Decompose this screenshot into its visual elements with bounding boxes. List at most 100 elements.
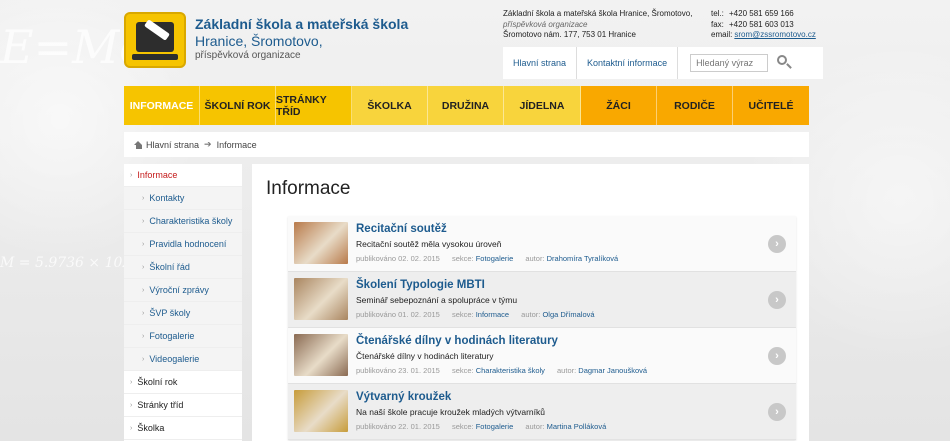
breadcrumb-arrow-icon: ➔ xyxy=(204,139,212,149)
article-section-link[interactable]: Charakteristika školy xyxy=(476,366,545,375)
article-item[interactable]: Školení Typologie MBTI Seminář sebepozná… xyxy=(288,272,796,328)
article-item[interactable]: Recitační soutěž Recitační soutěž měla v… xyxy=(288,216,796,272)
article-thumbnail[interactable] xyxy=(294,278,348,320)
search-input[interactable] xyxy=(690,54,769,72)
caret-icon: › xyxy=(142,309,145,317)
article-thumbnail[interactable] xyxy=(294,222,348,264)
article-title[interactable]: Školení Typologie MBTI xyxy=(356,279,485,291)
article-title[interactable]: Čtenářské dílny v hodinách literatury xyxy=(356,335,558,347)
article-date: 23. 01. 2015 xyxy=(398,366,440,375)
sidebar-item-pravidla[interactable]: › Pravidla hodnocení xyxy=(124,233,242,256)
school-logo[interactable] xyxy=(124,12,186,68)
caret-icon: › xyxy=(130,424,133,432)
breadcrumb-current: Informace xyxy=(216,139,257,150)
arrow-right-icon[interactable]: › xyxy=(768,235,786,253)
background-decoration: M = 5.9736 × 1024 xyxy=(0,255,141,271)
sidebar: › Informace › Kontakty › Charakteristika šk… xyxy=(124,164,242,441)
page-title: Informace xyxy=(266,178,351,199)
article-perex: Recitační soutěž měla vysokou úroveň xyxy=(356,239,502,249)
article-author-link[interactable]: Dagmar Janoušková xyxy=(578,366,647,375)
menu-item-rodice[interactable]: Rodiče xyxy=(657,86,733,125)
tel-label: tel.: xyxy=(711,9,724,18)
address-line3: Šromotovo nám. 177, 753 01 Hranice xyxy=(503,30,636,39)
school-title[interactable]: Základní škola a mateřská škola Hranice,… xyxy=(195,16,408,62)
article-meta: publikováno 23. 01. 2015 sekce: Charakte… xyxy=(356,366,648,375)
main-menu: Informace Školní rok Stránky tříd Školka… xyxy=(124,86,809,125)
menu-item-zaci[interactable]: Žáci xyxy=(581,86,657,125)
article-item[interactable]: Výtvarný kroužek Na naší škole pracuje k… xyxy=(288,384,796,440)
address-line2: příspěvková organizace xyxy=(503,19,588,29)
arrow-right-icon[interactable]: › xyxy=(768,291,786,309)
article-list: Recitační soutěž Recitační soutěž měla v… xyxy=(288,216,796,440)
article-perex: Seminář sebepoznání a spolupráce v týmu xyxy=(356,295,518,305)
article-title[interactable]: Výtvarný kroužek xyxy=(356,391,451,403)
article-meta: publikováno 22. 01. 2015 sekce: Fotogale… xyxy=(356,422,607,431)
fax-value: +420 581 603 013 xyxy=(729,19,794,29)
article-author-link[interactable]: Drahomíra Tyralíková xyxy=(547,254,619,263)
sidebar-item-skolka[interactable]: › Školka xyxy=(124,417,242,440)
sidebar-item-stranky-trid[interactable]: › Stránky tříd xyxy=(124,394,242,417)
sidebar-item-charakteristika[interactable]: › Charakteristika školy xyxy=(124,210,242,233)
email-link[interactable]: srom@zssromotovo.cz xyxy=(734,30,815,41)
home-icon xyxy=(134,140,143,149)
main-content: Informace Recitační soutěž Recitační sou… xyxy=(252,164,809,441)
top-navigation: Hlavní strana Kontaktní informace xyxy=(503,47,823,79)
article-date: 02. 02. 2015 xyxy=(398,254,440,263)
topnav-contact-link[interactable]: Kontaktní informace xyxy=(577,47,679,79)
caret-icon: › xyxy=(142,332,145,340)
sidebar-item-kontakty[interactable]: › Kontakty xyxy=(124,187,242,210)
sidebar-item-skolni-rad[interactable]: › Školní řád xyxy=(124,256,242,279)
sidebar-item-informace[interactable]: › Informace xyxy=(124,164,242,187)
article-date: 01. 02. 2015 xyxy=(398,310,440,319)
arrow-right-icon[interactable]: › xyxy=(768,403,786,421)
address-block: Základní škola a mateřská škola Hranice,… xyxy=(503,9,692,41)
sidebar-item-fotogalerie[interactable]: › Fotogalerie xyxy=(124,325,242,348)
caret-icon: › xyxy=(130,378,133,386)
school-name-line3: příspěvková organizace xyxy=(195,50,301,61)
menu-item-ucitele[interactable]: Učitelé xyxy=(733,86,809,125)
caret-icon: › xyxy=(142,194,145,202)
sidebar-item-vyrocni-zpravy[interactable]: › Výroční zprávy xyxy=(124,279,242,302)
article-section-link[interactable]: Fotogalerie xyxy=(476,254,514,263)
sidebar-item-videogalerie[interactable]: › Videogalerie xyxy=(124,348,242,371)
sidebar-item-svp[interactable]: › ŠVP školy xyxy=(124,302,242,325)
phone-block: tel.: +420 581 659 166 fax: +420 581 603 0… xyxy=(711,9,816,41)
caret-icon: › xyxy=(142,217,145,225)
article-thumbnail[interactable] xyxy=(294,334,348,376)
article-meta: publikováno 02. 02. 2015 sekce: Fotogale… xyxy=(356,254,619,263)
article-author-link[interactable]: Martina Polláková xyxy=(547,422,607,431)
breadcrumb-home[interactable]: Hlavní strana xyxy=(146,140,199,150)
menu-item-skolni-rok[interactable]: Školní rok xyxy=(200,86,276,125)
school-name-line2: Hranice, Šromotovo, xyxy=(195,33,323,49)
address-line1: Základní škola a mateřská škola Hranice,… xyxy=(503,9,693,18)
fax-label: fax: xyxy=(711,19,724,29)
caret-icon: › xyxy=(130,401,133,409)
topnav-home-link[interactable]: Hlavní strana xyxy=(503,47,578,79)
tel-value: +420 581 659 166 xyxy=(729,9,794,18)
logo-base xyxy=(132,54,178,60)
email-label: email: xyxy=(711,30,733,39)
article-item[interactable]: Čtenářské dílny v hodinách literatury Čt… xyxy=(288,328,796,384)
menu-item-jidelna[interactable]: Jídelna xyxy=(504,86,581,125)
article-section-link[interactable]: Informace xyxy=(476,310,509,319)
caret-icon: › xyxy=(142,355,145,363)
article-section-link[interactable]: Fotogalerie xyxy=(476,422,514,431)
article-meta: publikováno 01. 02. 2015 sekce: Informac… xyxy=(356,310,595,319)
caret-icon: › xyxy=(130,171,133,179)
menu-item-stranky-trid[interactable]: Stránky tříd xyxy=(276,86,352,125)
arrow-right-icon[interactable]: › xyxy=(768,347,786,365)
caret-icon: › xyxy=(142,240,145,248)
menu-item-druzina[interactable]: Družina xyxy=(428,86,504,125)
caret-icon: › xyxy=(142,263,145,271)
article-perex: Čtenářské dílny v hodinách literatury xyxy=(356,351,494,361)
menu-item-skolka[interactable]: Školka xyxy=(352,86,428,125)
sidebar-item-skolni-rok[interactable]: › Školní rok xyxy=(124,371,242,394)
school-name-line1: Základní škola a mateřská škola xyxy=(195,16,409,32)
caret-icon: › xyxy=(142,286,145,294)
article-title[interactable]: Recitační soutěž xyxy=(356,223,447,235)
search-icon[interactable] xyxy=(776,54,794,72)
article-author-link[interactable]: Olga Dřímalová xyxy=(542,310,594,319)
article-date: 22. 01. 2015 xyxy=(398,422,440,431)
article-thumbnail[interactable] xyxy=(294,390,348,432)
menu-item-informace[interactable]: Informace xyxy=(124,86,200,125)
